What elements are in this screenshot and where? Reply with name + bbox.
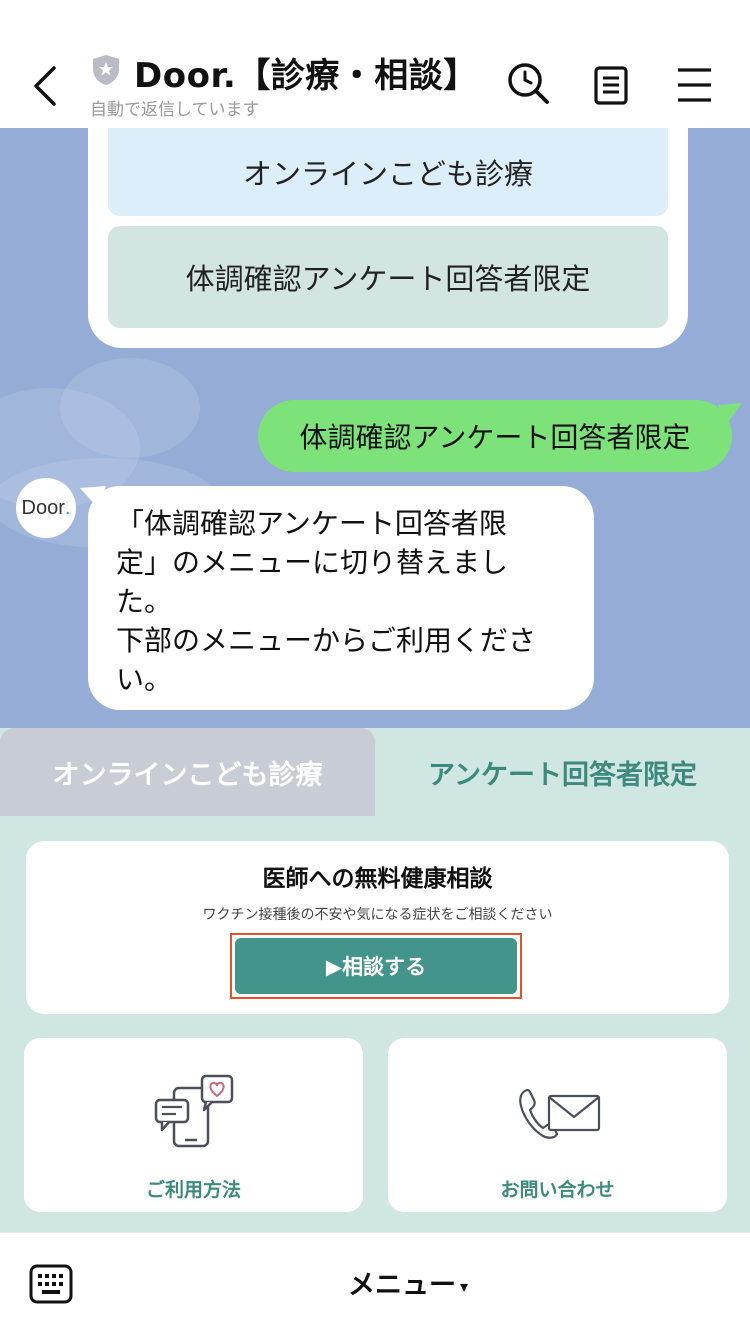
rich-menu: オンラインこども診療 アンケート回答者限定 医師への無料健康相談 ワクチン接種後… — [0, 728, 750, 1232]
consult-button[interactable]: ▶相談する — [235, 938, 517, 994]
usage-guide-tile[interactable]: ご利用方法 — [24, 1038, 363, 1212]
highlight-frame: ▶相談する — [230, 933, 522, 999]
verified-shield-icon — [92, 54, 120, 86]
rich-menu-toggle[interactable]: メニュー ▾ — [348, 1263, 468, 1302]
notes-button[interactable] — [587, 60, 635, 108]
chat-header: Door.【診療・相談】 自動で返信しています — [0, 0, 750, 128]
menu-toggle-label: メニュー — [348, 1270, 456, 1301]
note-icon — [594, 66, 628, 105]
bot-message-line: 定」のメニューに切り替えまし — [116, 546, 509, 579]
contact-label: お問い合わせ — [500, 1179, 615, 1201]
menu-option-card: オンラインこども診療 体調確認アンケート回答者限定 — [88, 128, 688, 348]
chevron-left-icon — [34, 66, 56, 106]
user-message-bubble: 体調確認アンケート回答者限定 — [258, 400, 732, 472]
contact-tile[interactable]: お問い合わせ — [388, 1038, 727, 1212]
bottom-bar: メニュー ▾ — [0, 1232, 750, 1334]
usage-guide-label: ご利用方法 — [145, 1179, 241, 1201]
panel-title: 医師への無料健康相談 — [262, 866, 493, 892]
bot-message-bubble: 「体調確認アンケート回答者限 定」のメニューに切り替えまし た。 下部のメニュー… — [88, 486, 594, 710]
background-cloud — [60, 358, 200, 458]
avatar-dot: . — [64, 496, 71, 519]
chat-area[interactable]: オンラインこども診療 体調確認アンケート回答者限定 体調確認アンケート回答者限定… — [0, 128, 750, 728]
caret-down-icon: ▾ — [460, 1277, 469, 1296]
keyboard-icon — [29, 1264, 73, 1304]
phone-mail-icon — [513, 1074, 603, 1148]
bot-message-line: い。 — [116, 663, 173, 696]
bot-message-line: 「体調確認アンケート回答者限 — [116, 507, 507, 540]
keyboard-toggle-button[interactable] — [28, 1261, 74, 1307]
option-online-kids-consult[interactable]: オンラインこども診療 — [108, 128, 668, 216]
hamburger-icon — [678, 68, 711, 102]
bot-message-line: た。 — [116, 585, 173, 618]
bot-message-line: 下部のメニューからご利用くださ — [116, 624, 537, 657]
search-icon — [508, 63, 549, 104]
auto-reply-status: 自動で返信しています — [90, 100, 260, 120]
bot-avatar[interactable]: Door. — [16, 478, 76, 538]
chat-phone-icon — [154, 1074, 234, 1154]
tab-survey-respondents[interactable]: アンケート回答者限定 — [375, 728, 750, 816]
option-survey-respondents[interactable]: 体調確認アンケート回答者限定 — [108, 226, 668, 328]
free-consult-panel: 医師への無料健康相談 ワクチン接種後の不安や気になる症状をご相談ください ▶相談… — [26, 841, 729, 1014]
avatar-text: Door — [21, 496, 65, 519]
chat-title: Door.【診療・相談】 — [134, 56, 478, 96]
menu-button[interactable] — [671, 60, 719, 108]
search-button[interactable] — [504, 60, 552, 108]
back-button[interactable] — [28, 62, 72, 106]
panel-subtitle: ワクチン接種後の不安や気になる症状をご相談ください — [202, 907, 553, 923]
tab-online-kids-consult[interactable]: オンラインこども診療 — [0, 728, 375, 816]
